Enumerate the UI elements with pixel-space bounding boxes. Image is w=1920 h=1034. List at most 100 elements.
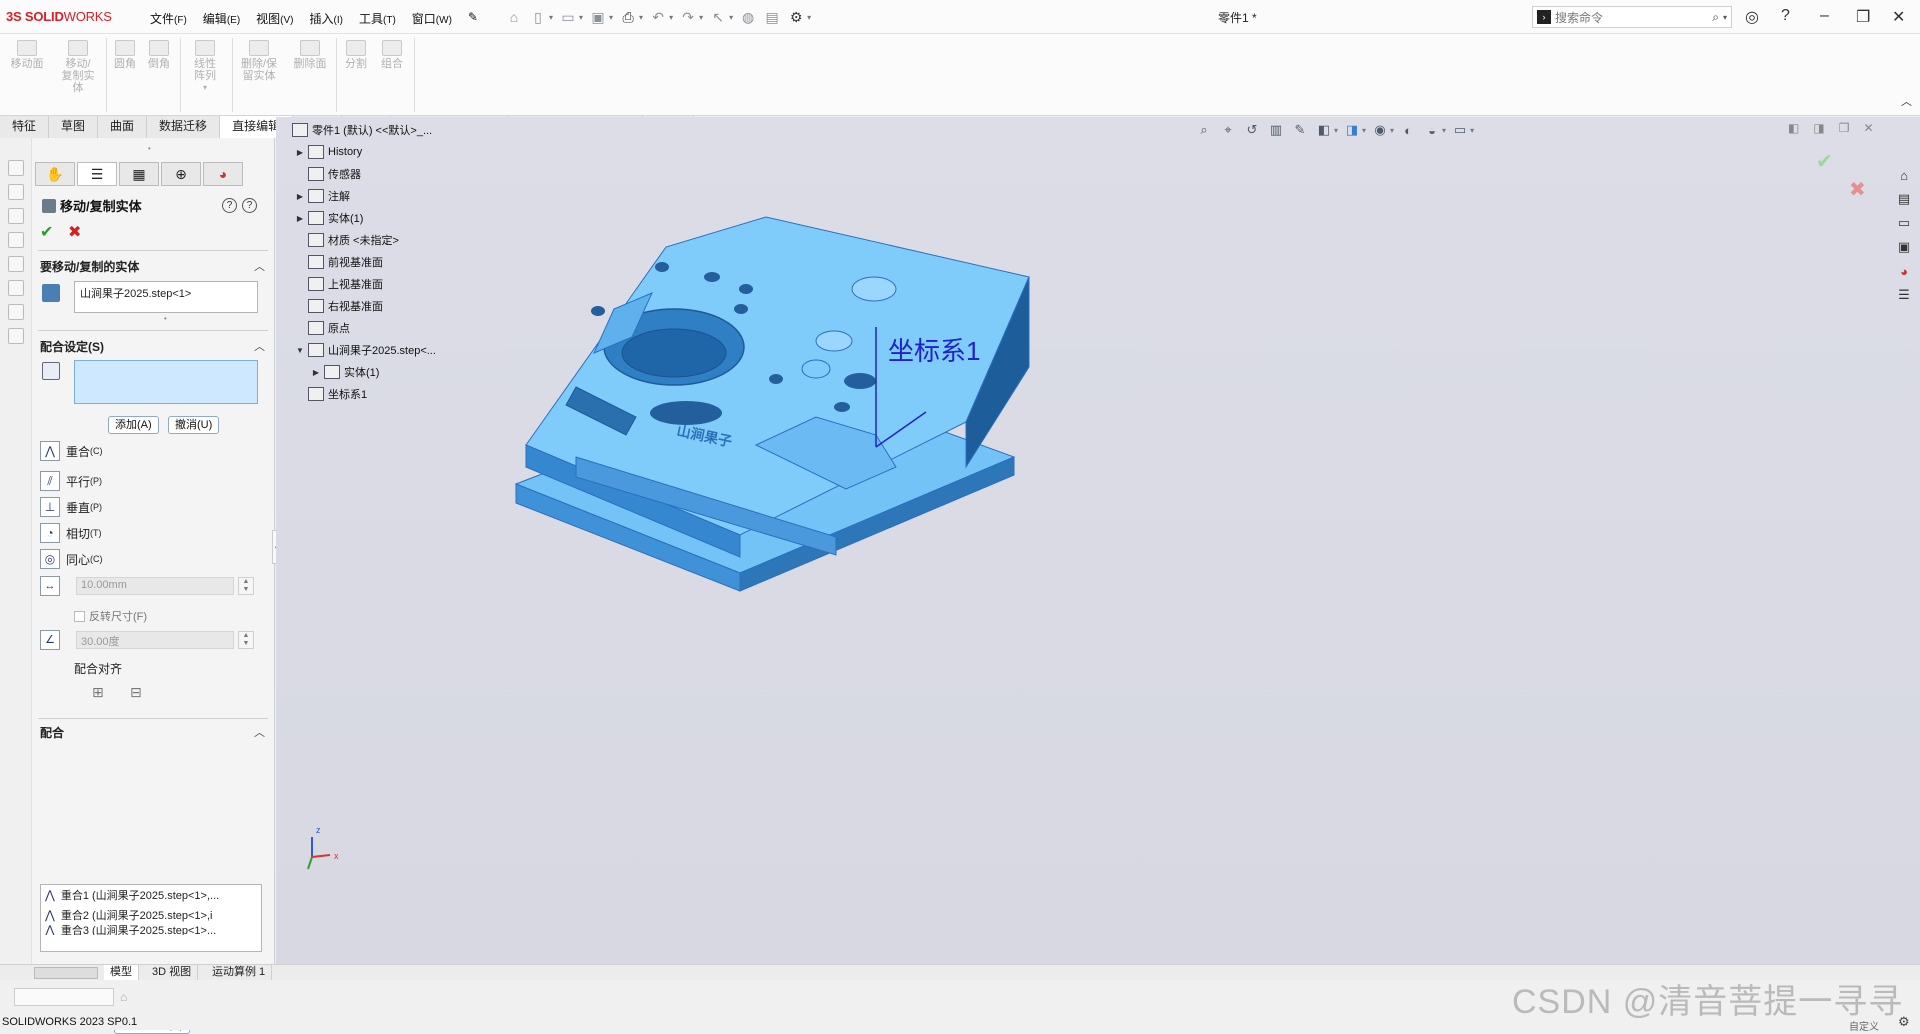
restore-icon[interactable]: ❐ xyxy=(1856,7,1870,27)
delete-keep-body-button[interactable]: 删除/保留实体 xyxy=(236,40,282,82)
appearances-icon[interactable]: ◕ xyxy=(1893,260,1915,282)
anti-aligned-icon[interactable]: ⊟ xyxy=(130,684,142,701)
mate-coincident[interactable]: ⋀ 重合 (C) xyxy=(40,440,103,462)
part-model[interactable]: 山涧果子 坐标系1 xyxy=(514,216,1030,592)
undo-button[interactable]: 撤消(U) xyxy=(168,416,220,434)
slot[interactable] xyxy=(650,401,722,425)
search-input[interactable]: 搜索命令 xyxy=(1555,9,1712,26)
hole[interactable] xyxy=(704,272,720,282)
tab-motion-study[interactable]: 运动算例 1 xyxy=(206,965,273,981)
chevron-up-icon[interactable]: ︿ xyxy=(254,724,265,740)
strip-tool-icon[interactable] xyxy=(8,256,24,272)
strip-tool-icon[interactable] xyxy=(8,208,24,224)
ok-check-icon[interactable]: ✔ xyxy=(40,222,53,242)
hole[interactable] xyxy=(834,402,850,412)
status-combo[interactable] xyxy=(14,988,114,1006)
mates-list[interactable]: ⋀ 重合1 (山涧果子2025.step<1>,... ⋀ 重合2 (山涧果子202… xyxy=(40,884,262,952)
strip-tool-icon[interactable] xyxy=(8,184,24,200)
strip-tool-icon[interactable] xyxy=(8,160,24,176)
model-canvas[interactable]: 山涧果子 坐标系1 z x xyxy=(276,117,1920,964)
delete-face-button[interactable]: 删除面 xyxy=(290,40,330,70)
distance-field[interactable]: 10.00mm xyxy=(76,577,234,595)
strip-tool-icon[interactable] xyxy=(8,232,24,248)
chamfer-button[interactable]: 倒角 xyxy=(146,40,172,70)
home-icon[interactable]: ⌂ xyxy=(505,8,523,26)
split-button[interactable]: 分割 xyxy=(342,40,370,70)
list-item[interactable]: ⋀ 重合1 (山涧果子2025.step<1>,... xyxy=(41,885,261,905)
tab-3d-view[interactable]: 3D 视图 xyxy=(146,965,199,981)
display-manager-tab-icon[interactable]: ◕ xyxy=(203,162,243,186)
solidworks-logo[interactable]: 3S SOLIDWORKS xyxy=(6,9,112,24)
graphics-viewport[interactable]: ⌕ ⌖ ↺ ▥ ✎ ◧ ▾ ◨ ▾ ◉ ▾ ◐ ◒ ▾ ▭ ▾ ◧ ◨ ❐ ✕ ✔ ✖ 零… xyxy=(276,117,1920,964)
save-icon[interactable]: ▣ xyxy=(589,8,607,26)
redo-icon[interactable]: ↷ xyxy=(679,8,697,26)
strip-tool-icon[interactable] xyxy=(8,328,24,344)
tab-3[interactable]: 数据迁移 xyxy=(147,116,221,138)
undo-icon[interactable]: ↶ xyxy=(649,8,667,26)
collapse-chevron-icon[interactable]: ︿ xyxy=(1901,93,1912,109)
property-manager-tab-icon[interactable]: ☰ xyxy=(77,162,117,186)
list-item[interactable]: ⋀ 重合2 (山涧果子2025.step<1>,i xyxy=(41,905,261,925)
list-item[interactable]: ⋀ 重合3 (山涧果子2025.step<1>... xyxy=(41,925,261,935)
print-icon[interactable]: ⎙ xyxy=(619,8,637,26)
help-icon[interactable]: ? xyxy=(242,198,257,213)
mate-perpendicular[interactable]: ⊥ 垂直 (P) xyxy=(40,496,102,518)
hole[interactable] xyxy=(801,359,831,379)
tab-scroll-arrows[interactable] xyxy=(34,967,98,979)
hole[interactable] xyxy=(769,374,783,384)
section-mates-header[interactable]: 配合 xyxy=(40,724,64,741)
help-icon[interactable]: ? xyxy=(1781,7,1790,25)
aligned-icon[interactable]: ⊞ xyxy=(92,684,104,701)
distance-spinner[interactable]: ▲ ▼ xyxy=(238,577,254,595)
section-mate-settings-header[interactable]: 配合设定(S) xyxy=(40,338,104,355)
tab-2[interactable]: 曲面 xyxy=(98,116,148,138)
rebuild-icon[interactable]: ◍ xyxy=(739,8,757,26)
strip-tool-icon[interactable] xyxy=(8,280,24,296)
tab-1[interactable]: 草图 xyxy=(49,116,99,138)
hole[interactable] xyxy=(739,284,753,294)
angle-spinner[interactable]: ▲ ▼ xyxy=(238,631,254,649)
select-pointer-icon[interactable]: ↖ xyxy=(709,8,727,26)
bodies-selection-box[interactable]: 山涧果子2025.step<1> xyxy=(74,281,258,313)
mate-concentric[interactable]: ◎ 同心 (C) xyxy=(40,548,103,570)
move-copy-body-button[interactable]: 移动/复制实体 xyxy=(58,40,98,94)
linear-pattern-button[interactable]: 线性阵列 ▾ xyxy=(185,40,225,94)
hole[interactable] xyxy=(591,306,605,316)
hole[interactable] xyxy=(655,262,669,272)
menu-edit[interactable]: 编辑(E) xyxy=(195,10,248,27)
chevron-up-icon[interactable]: ︿ xyxy=(254,338,265,354)
hole[interactable] xyxy=(844,373,876,389)
fillet-button[interactable]: 圆角 xyxy=(112,40,138,70)
pin-icon[interactable]: ✎ xyxy=(460,10,486,27)
search-icon[interactable]: ⌕ xyxy=(1712,10,1719,25)
mate-tangent[interactable]: ◔ 相切 (T) xyxy=(40,522,102,544)
options-gear-icon[interactable]: ⚙ xyxy=(787,8,805,26)
hole[interactable] xyxy=(734,304,748,314)
add-button[interactable]: 添加(A) xyxy=(108,416,159,434)
move-face-button[interactable]: 移动面 xyxy=(8,40,46,70)
solidworks-resources-icon[interactable]: ⌂ xyxy=(1893,164,1915,186)
view-palette-icon[interactable]: ▣ xyxy=(1893,236,1915,258)
flip-dimension-checkbox[interactable]: 反转尺寸(F) xyxy=(74,608,147,624)
tab-0[interactable]: 特征 xyxy=(0,116,50,138)
custom-properties-icon[interactable]: ☰ xyxy=(1893,284,1915,306)
file-explorer-icon[interactable]: ▭ xyxy=(1893,212,1915,234)
combine-button[interactable]: 组合 xyxy=(378,40,406,70)
checkbox-icon[interactable] xyxy=(74,610,85,622)
menu-tools[interactable]: 工具(T) xyxy=(351,10,404,27)
feature-manager-tab-icon[interactable]: ✋ xyxy=(35,162,75,186)
cancel-x-icon[interactable]: ✖ xyxy=(68,222,81,242)
strip-tool-icon[interactable] xyxy=(8,304,24,320)
tab-model[interactable]: 模型 xyxy=(104,965,139,981)
file-properties-icon[interactable]: ▤ xyxy=(763,8,781,26)
menu-window[interactable]: 窗口(W) xyxy=(404,10,460,27)
section-bodies-header[interactable]: 要移动/复制的实体 xyxy=(40,258,139,275)
chevron-down-icon[interactable]: ▾ xyxy=(1723,13,1727,22)
menu-file[interactable]: 文件(F) xyxy=(142,10,195,27)
dimxpert-tab-icon[interactable]: ⊕ xyxy=(161,162,201,186)
minimize-icon[interactable]: – xyxy=(1820,7,1829,25)
mate-entities-selection-box[interactable] xyxy=(74,360,258,404)
central-bore-inner[interactable] xyxy=(621,328,727,378)
design-library-icon[interactable]: ▤ xyxy=(1893,188,1915,210)
open-folder-icon[interactable]: ▭ xyxy=(559,8,577,26)
